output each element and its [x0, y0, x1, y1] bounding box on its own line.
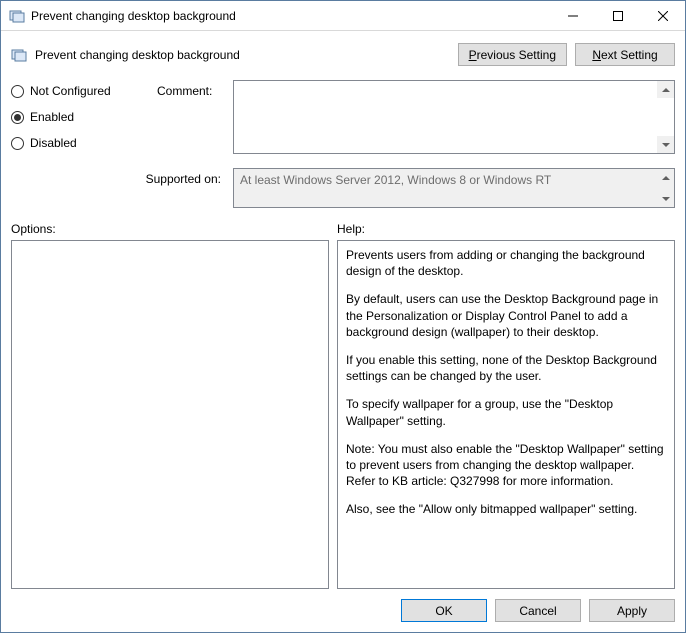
previous-setting-button[interactable]: Previous Setting [458, 43, 567, 66]
help-text: Note: You must also enable the "Desktop … [346, 441, 666, 490]
maximize-button[interactable] [595, 1, 640, 30]
footer: OK Cancel Apply [1, 589, 685, 632]
header: Prevent changing desktop background Prev… [1, 31, 685, 76]
policy-icon [11, 47, 27, 63]
supported-on-field: At least Windows Server 2012, Windows 8 … [233, 168, 675, 208]
radio-not-configured[interactable]: Not Configured [11, 84, 151, 98]
window-title: Prevent changing desktop background [31, 9, 550, 23]
scroll-down-icon[interactable] [657, 136, 674, 153]
policy-icon [9, 8, 25, 24]
help-label: Help: [337, 222, 365, 236]
config-area: Not Configured Enabled Disabled Comment:… [1, 76, 685, 208]
apply-button[interactable]: Apply [589, 599, 675, 622]
comment-label: Comment: [157, 80, 227, 162]
help-text: Prevents users from adding or changing t… [346, 247, 666, 279]
options-pane [11, 240, 329, 589]
help-text: To specify wallpaper for a group, use th… [346, 396, 666, 428]
scroll-down-icon [657, 190, 674, 207]
radio-icon [11, 85, 24, 98]
cancel-button[interactable]: Cancel [495, 599, 581, 622]
title-bar: Prevent changing desktop background [1, 1, 685, 31]
header-title: Prevent changing desktop background [35, 48, 450, 62]
minimize-button[interactable] [550, 1, 595, 30]
comment-textarea[interactable] [233, 80, 675, 154]
radio-enabled[interactable]: Enabled [11, 110, 151, 124]
radio-icon [11, 137, 24, 150]
options-label: Options: [11, 222, 337, 236]
scroll-up-icon[interactable] [657, 81, 674, 98]
next-setting-button[interactable]: Next Setting [575, 43, 675, 66]
radio-label: Not Configured [30, 84, 111, 98]
ok-button[interactable]: OK [401, 599, 487, 622]
radio-label: Disabled [30, 136, 77, 150]
state-radio-group: Not Configured Enabled Disabled [11, 80, 151, 162]
scroll-up-icon [657, 169, 674, 186]
radio-icon [11, 111, 24, 124]
help-text: If you enable this setting, none of the … [346, 352, 666, 384]
panes: Prevents users from adding or changing t… [1, 240, 685, 589]
close-button[interactable] [640, 1, 685, 30]
help-pane: Prevents users from adding or changing t… [337, 240, 675, 589]
supported-on-label: Supported on: [11, 162, 227, 208]
help-text: By default, users can use the Desktop Ba… [346, 291, 666, 340]
radio-disabled[interactable]: Disabled [11, 136, 151, 150]
help-text: Also, see the "Allow only bitmapped wall… [346, 501, 666, 517]
radio-label: Enabled [30, 110, 74, 124]
lower-labels: Options: Help: [1, 208, 685, 240]
